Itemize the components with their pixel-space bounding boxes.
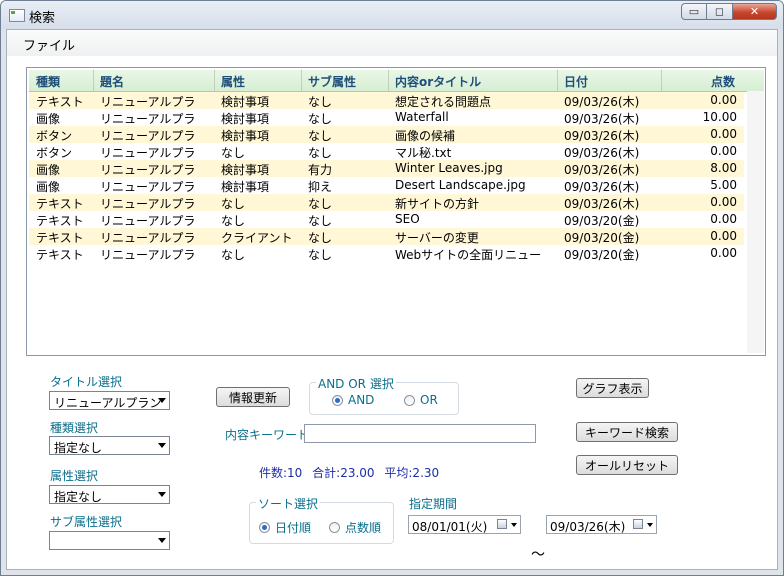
sort-date-radio[interactable]: 日付順 (259, 519, 311, 536)
summary-stats: 件数:10 合計:23.00 平均:2.30 (259, 464, 445, 481)
calendar-icon (633, 519, 643, 529)
and-radio-label: AND (348, 393, 375, 407)
title-select-label: タイトル選択 (50, 375, 123, 389)
title-select-value: リニューアルプラン (54, 396, 162, 410)
table-row[interactable]: 画像 リニューアルプラ 検討事項 有力 Winter Leaves.jpg 09/03/2… (29, 160, 744, 177)
chevron-down-icon (647, 523, 653, 527)
chevron-down-icon (158, 443, 166, 448)
subattr-select-label: サブ属性選択 (50, 515, 123, 529)
calendar-icon (497, 519, 507, 529)
close-icon: ✕ (749, 5, 760, 18)
kind-select-value: 指定なし (54, 441, 103, 455)
col-kind[interactable]: 種類 (36, 73, 60, 90)
radio-selected-icon (259, 522, 270, 533)
table-row[interactable]: ボタン リニューアルプラ なし なし マル秘.txt 09/03/26(木) 0.00 (29, 143, 744, 160)
col-title[interactable]: 題名 (100, 73, 124, 90)
keyword-label: 内容キーワード (225, 428, 310, 442)
minimize-button[interactable]: ▭ (681, 3, 707, 20)
table-row[interactable]: テキスト リニューアルプラ クライアント なし サーバーの変更 09/03/20(金) 0.… (29, 228, 744, 245)
table-cell: 0.00 (710, 144, 737, 158)
col-date[interactable]: 日付 (564, 73, 588, 90)
close-button[interactable]: ✕ (733, 3, 777, 20)
attr-select-value: 指定なし (54, 490, 103, 504)
table-cell: 8.00 (710, 161, 737, 175)
search-window: 検索 ▭ ◻ ✕ ファイル 種類 題名 属性 サブ属性 内容orタイトル 日付 (0, 0, 784, 576)
col-content[interactable]: 内容orタイトル (395, 73, 481, 90)
or-radio-label: OR (420, 393, 438, 407)
period-label: 指定期間 (409, 497, 458, 511)
radio-selected-icon (332, 394, 343, 406)
sort-label: ソート選択 (256, 495, 321, 512)
kind-select-label: 種類選択 (50, 421, 99, 435)
table-row[interactable]: 画像 リニューアルプラ 検討事項 抑え Desert Landscape.jpg 09/0… (29, 177, 744, 194)
subattr-select[interactable] (49, 531, 170, 550)
maximize-button[interactable]: ◻ (707, 3, 733, 20)
table-cell: 0.00 (710, 229, 737, 243)
maximize-icon: ◻ (714, 5, 725, 18)
reset-all-button[interactable]: オールリセット (576, 455, 678, 475)
graph-button[interactable]: グラフ表示 (576, 378, 649, 398)
col-score[interactable]: 点数 (711, 73, 735, 90)
table-header: 種類 題名 属性 サブ属性 内容orタイトル 日付 点数 (29, 70, 764, 92)
date-from-picker[interactable]: 08/01/01(火) (408, 515, 521, 534)
attr-select[interactable]: 指定なし (49, 485, 170, 504)
and-radio[interactable]: AND (332, 393, 374, 407)
table-cell: 0.00 (710, 212, 737, 226)
chevron-down-icon (158, 492, 166, 497)
radio-unselected-icon (329, 522, 340, 533)
window-title: 検索 (29, 11, 56, 26)
refresh-button[interactable]: 情報更新 (216, 387, 290, 407)
chevron-down-icon (158, 538, 166, 543)
sort-date-label: 日付順 (275, 521, 312, 535)
date-to-picker[interactable]: 09/03/26(木) (546, 515, 657, 534)
period-tilde: ～ (531, 547, 545, 563)
chevron-down-icon (158, 398, 166, 403)
table-row[interactable]: テキスト リニューアルプラ なし なし 新サイトの方針 09/03/26(木) 0.00 (29, 194, 744, 211)
radio-unselected-icon (404, 394, 415, 406)
table-row[interactable]: テキスト リニューアルプラ なし なし SEO 09/03/20(金) 0.00 (29, 211, 744, 228)
sort-score-radio[interactable]: 点数順 (329, 519, 381, 536)
table-row[interactable]: 画像 リニューアルプラ 検討事項 なし Waterfall 09/03/26(木) 10.0… (29, 109, 744, 126)
results-table[interactable]: 種類 題名 属性 サブ属性 内容orタイトル 日付 点数 テキスト リニューアルプ… (26, 67, 766, 356)
col-attr[interactable]: 属性 (221, 73, 245, 90)
title-bar: 検索 ▭ ◻ ✕ (1, 1, 783, 29)
menu-bar: ファイル (7, 30, 777, 56)
table-cell: 0.00 (710, 127, 737, 141)
table-cell: 0.00 (710, 195, 737, 209)
total-stat: 合計:23.00 (312, 466, 375, 480)
avg-stat: 平均:2.30 (384, 466, 440, 480)
title-select[interactable]: リニューアルプラン (49, 391, 170, 410)
keyword-input[interactable] (304, 424, 536, 443)
attr-select-label: 属性選択 (50, 469, 99, 483)
app-window-icon (9, 9, 25, 22)
or-radio[interactable]: OR (404, 393, 438, 407)
table-row[interactable]: ボタン リニューアルプラ 検討事項 なし 画像の候補 09/03/26(木) 0.00 (29, 126, 744, 143)
table-cell: 10.00 (702, 110, 737, 124)
kind-select[interactable]: 指定なし (49, 436, 170, 455)
table-cell: 5.00 (710, 178, 737, 192)
table-scrollbar[interactable] (747, 91, 764, 353)
sort-score-label: 点数順 (345, 521, 382, 535)
table-cell: 0.00 (710, 246, 737, 260)
and-or-label: AND OR 選択 (316, 375, 396, 392)
chevron-down-icon (511, 523, 517, 527)
count-stat: 件数:10 (259, 466, 303, 480)
date-from-value: 08/01/01(火) (412, 520, 488, 534)
client-area: ファイル 種類 題名 属性 サブ属性 内容orタイトル 日付 点数 テキスト リニ… (6, 29, 778, 570)
col-subattr[interactable]: サブ属性 (308, 73, 356, 90)
date-to-value: 09/03/26(木) (550, 520, 626, 534)
table-row[interactable]: テキスト リニューアルプラ なし なし Webサイトの全面リニュー 09/03/20(金)… (29, 245, 744, 262)
menu-file[interactable]: ファイル (23, 35, 75, 54)
table-row[interactable]: テキスト リニューアルプラ 検討事項 なし 想定される問題点 09/03/26(木) 0.0… (29, 92, 744, 109)
keyword-search-button[interactable]: キーワード検索 (576, 422, 678, 442)
minimize-icon: ▭ (688, 5, 700, 18)
table-cell: 0.00 (710, 93, 737, 107)
